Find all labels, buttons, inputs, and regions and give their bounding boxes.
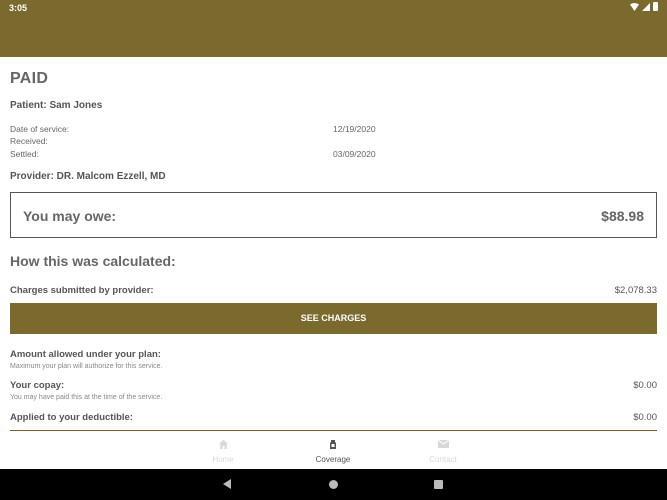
received-label: Received: — [10, 136, 48, 146]
amount-owed-label: You may owe: — [23, 208, 117, 224]
mail-icon — [403, 439, 483, 450]
settled-label: Settled: — [10, 149, 39, 159]
nav-label-coverage: Coverage — [315, 455, 351, 464]
nav-item-contact[interactable]: Contact — [403, 431, 483, 469]
claim-detail[interactable]: PAID Patient: Sam Jones Date of service:… — [0, 57, 667, 431]
patient-name: Patient: Sam Jones — [10, 100, 103, 111]
allowed-amount-note: Maximum your plan will authorize for thi… — [10, 363, 163, 370]
charges-label: Charges submitted by provider: — [10, 285, 154, 296]
nav-item-home[interactable]: Home — [183, 431, 263, 469]
amount-owed-card: You may owe: $88.98 — [10, 192, 657, 238]
back-icon[interactable] — [223, 479, 231, 489]
status-icons — [630, 2, 658, 11]
system-home-icon[interactable] — [329, 480, 338, 489]
system-navigation-bar — [0, 469, 667, 500]
wifi-icon — [630, 2, 639, 11]
recent-apps-icon[interactable] — [434, 480, 443, 489]
date-of-service-label: Date of service: — [10, 124, 70, 134]
deductible-value: $0.00 — [633, 412, 657, 423]
nav-label-contact: Contact — [429, 455, 457, 464]
status-bar: 3:05 — [0, 0, 667, 16]
charges-value: $2,078.33 — [614, 285, 657, 296]
deductible-label: Applied to your deductible: — [10, 412, 133, 423]
coverage-icon — [293, 440, 373, 450]
calculation-heading: How this was calculated: — [10, 253, 176, 269]
app-bar — [0, 16, 667, 57]
see-charges-button[interactable]: SEE CHARGES — [10, 303, 657, 334]
status-time: 3:05 — [9, 3, 28, 13]
bottom-navigation: Home Coverage Contact — [0, 431, 667, 469]
copay-label: Your copay: — [10, 380, 65, 391]
allowed-amount-label: Amount allowed under your plan: — [10, 349, 161, 360]
copay-value: $0.00 — [633, 380, 657, 391]
claim-status-title: PAID — [10, 70, 49, 87]
home-icon — [183, 440, 263, 450]
signal-icon — [642, 2, 650, 11]
nav-item-coverage[interactable]: Coverage — [293, 431, 373, 469]
copay-note: You may have paid this at the time of th… — [10, 394, 163, 401]
nav-label-home: Home — [212, 455, 234, 464]
settled-value: 03/09/2020 — [333, 149, 376, 159]
battery-icon — [653, 2, 658, 11]
amount-owed-value: $88.98 — [601, 208, 644, 224]
provider-name: Provider: DR. Malcom Ezzell, MD — [10, 171, 166, 182]
date-of-service-value: 12/19/2020 — [333, 124, 376, 134]
